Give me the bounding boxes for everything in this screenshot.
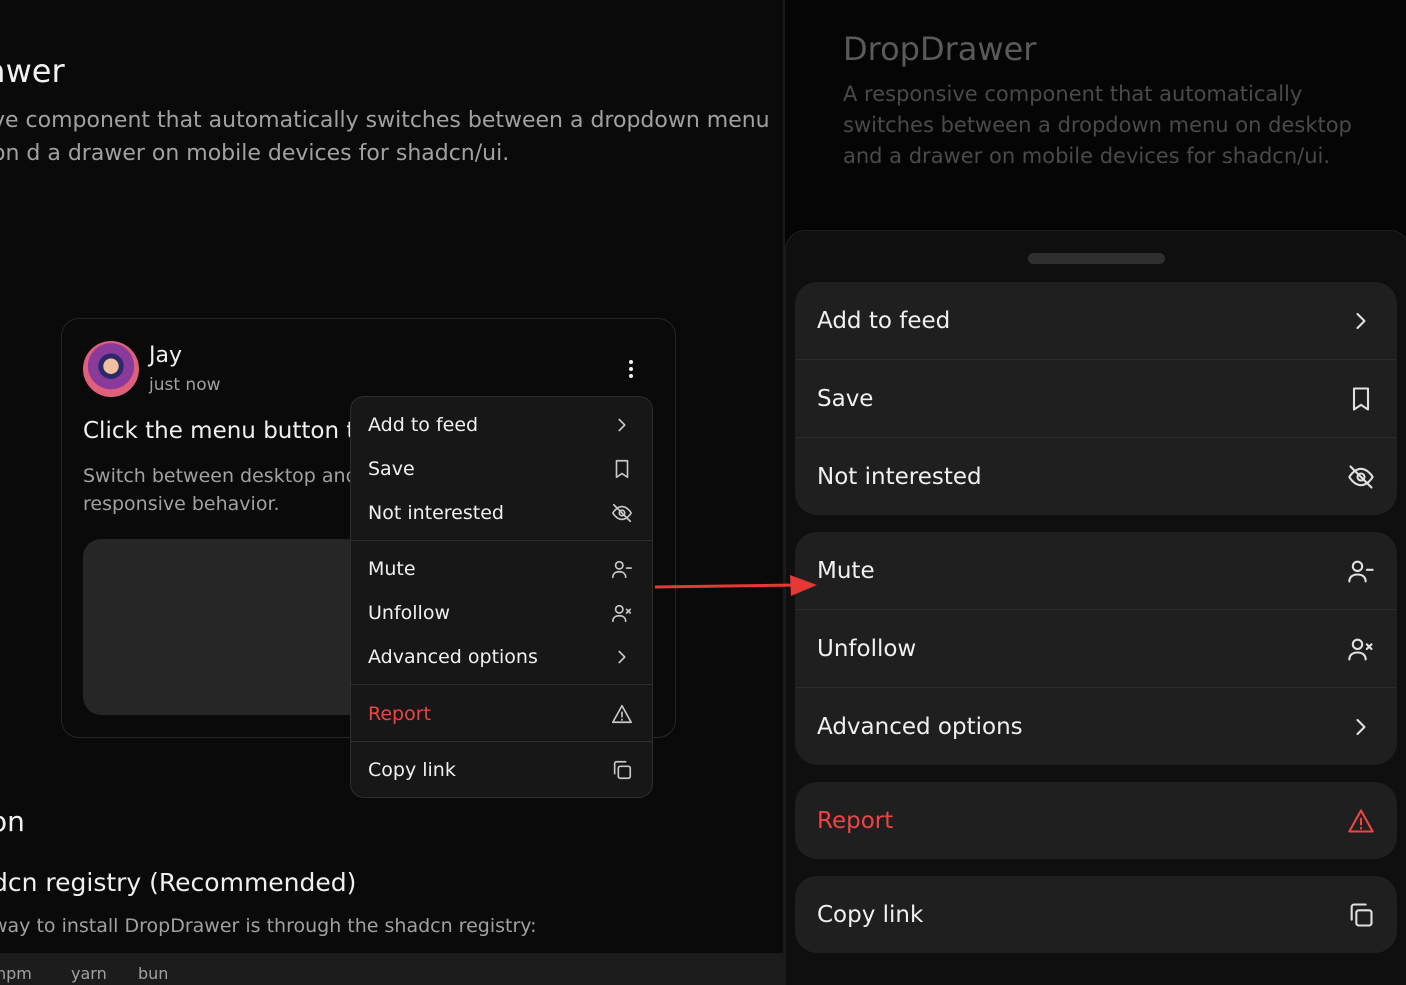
tab-yarn[interactable]: yarn [71, 964, 107, 983]
chevron-right-icon [1346, 712, 1376, 742]
copy-icon [610, 758, 634, 782]
section-heading: on [0, 805, 25, 838]
alert-triangle-icon [1346, 806, 1376, 836]
menu-item-report[interactable]: Report [351, 692, 652, 736]
bookmark-icon [1346, 384, 1376, 414]
drawer-item-copy-link[interactable]: Copy link [795, 876, 1397, 953]
chevron-right-icon [610, 413, 634, 437]
chevron-right-icon [610, 645, 634, 669]
menu-item-copy-link[interactable]: Copy link [351, 748, 652, 792]
tab-npm[interactable]: npm [0, 964, 32, 983]
drawer-item-mute[interactable]: Mute [795, 532, 1397, 609]
page-description: ve component that automatically switches… [0, 108, 770, 166]
desktop-view: awer ve component that automatically swi… [0, 0, 783, 985]
drawer-item-add-to-feed[interactable]: Add to feed [795, 282, 1397, 359]
drawer-item-label: Not interested [817, 463, 982, 490]
annotation-arrow [655, 575, 817, 596]
drawer-item-label: Unfollow [817, 635, 917, 662]
menu-item-label: Unfollow [368, 602, 450, 624]
post-timestamp: just now [149, 375, 221, 395]
post-description: Switch between desktop and responsive be… [83, 465, 358, 515]
drawer-group: Report [795, 782, 1397, 859]
mobile-view: DropDrawer A responsive component that a… [785, 0, 1406, 985]
section-paragraph: way to install DropDrawer is through the… [0, 915, 537, 937]
page-title: awer [0, 52, 65, 90]
menu-item-label: Copy link [368, 759, 456, 781]
drawer-item-report[interactable]: Report [795, 782, 1397, 859]
drawer-group: Add to feed Save Not interested [795, 282, 1397, 515]
user-name: Jay [149, 343, 182, 368]
menu-separator [351, 684, 652, 685]
menu-separator [351, 540, 652, 541]
more-vertical-icon[interactable] [620, 356, 642, 382]
menu-item-label: Save [368, 458, 415, 480]
drawer-item-label: Add to feed [817, 307, 951, 334]
drawer-item-not-interested[interactable]: Not interested [795, 438, 1397, 515]
drawer-item-label: Report [817, 807, 894, 834]
drawer-item-label: Advanced options [817, 713, 1023, 740]
post-title: Click the menu button to [83, 418, 370, 444]
menu-item-label: Add to feed [368, 414, 479, 436]
menu-item-label: Not interested [368, 502, 504, 524]
user-minus-icon [1346, 556, 1376, 586]
install-tabs-bar [0, 953, 783, 985]
user-x-icon [1346, 634, 1376, 664]
eye-off-icon [1346, 462, 1376, 492]
menu-item-unfollow[interactable]: Unfollow [351, 591, 652, 635]
drawer-item-label: Save [817, 385, 874, 412]
drawer-item-unfollow[interactable]: Unfollow [795, 610, 1397, 687]
menu-item-advanced-options[interactable]: Advanced options [351, 635, 652, 679]
avatar[interactable] [83, 341, 139, 397]
dropdown-menu: Add to feed Save Not interested Mute Unf… [350, 396, 653, 798]
menu-item-label: Advanced options [368, 646, 538, 668]
menu-item-mute[interactable]: Mute [351, 547, 652, 591]
drawer-item-advanced-options[interactable]: Advanced options [795, 688, 1397, 765]
drawer-group: Copy link [795, 876, 1397, 953]
bookmark-icon [610, 457, 634, 481]
drawer-group: Mute Unfollow Advanced options [795, 532, 1397, 765]
copy-icon [1346, 900, 1376, 930]
page-description: A responsive component that automaticall… [843, 82, 1352, 168]
user-x-icon [610, 601, 634, 625]
alert-triangle-icon [610, 702, 634, 726]
drawer-item-save[interactable]: Save [795, 360, 1397, 437]
chevron-right-icon [1346, 306, 1376, 336]
menu-separator [351, 741, 652, 742]
tab-bun[interactable]: bun [138, 964, 168, 983]
menu-item-save[interactable]: Save [351, 447, 652, 491]
menu-item-label: Mute [368, 558, 416, 580]
user-minus-icon [610, 557, 634, 581]
menu-item-not-interested[interactable]: Not interested [351, 491, 652, 535]
drawer-item-label: Mute [817, 557, 875, 584]
menu-item-add-to-feed[interactable]: Add to feed [351, 403, 652, 447]
eye-off-icon [610, 501, 634, 525]
drawer-handle[interactable] [1028, 253, 1165, 264]
page-title: DropDrawer [843, 30, 1037, 68]
menu-item-label: Report [368, 703, 431, 725]
drawer-item-label: Copy link [817, 901, 924, 928]
section-subheading: dcn registry (Recommended) [0, 868, 357, 897]
